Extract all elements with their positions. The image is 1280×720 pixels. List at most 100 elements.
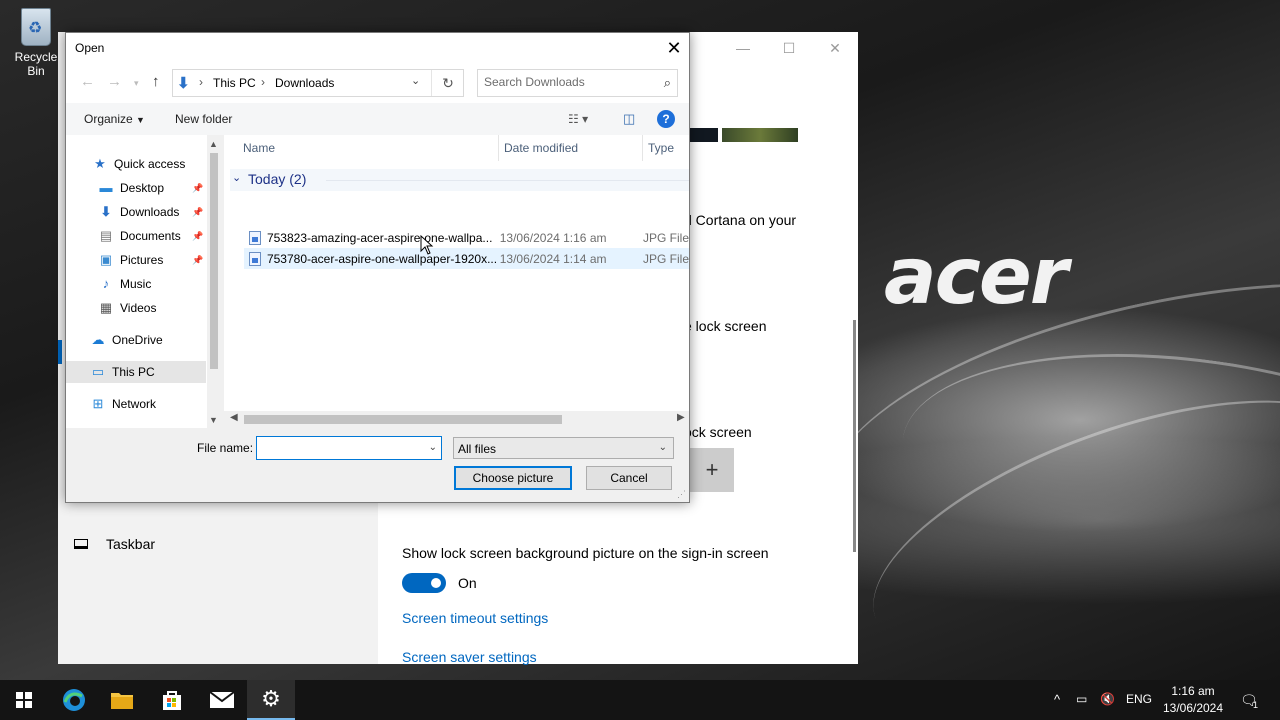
desktop-icon: ▬	[99, 180, 113, 195]
file-name-combobox[interactable]: ⌄	[256, 436, 442, 460]
show-background-toggle[interactable]	[402, 573, 446, 593]
settings-button[interactable]: ⚙	[247, 680, 295, 720]
file-date: 13/06/2024 1:16 am	[499, 230, 607, 245]
chevron-down-icon[interactable]: ⌄	[429, 442, 437, 453]
show-hidden-icons-icon[interactable]: ^	[1054, 692, 1060, 707]
close-icon[interactable]: ✕	[659, 33, 689, 63]
nav-pane-scrollbar[interactable]: ▲ ▼	[207, 135, 221, 428]
videos-icon: ▦	[99, 300, 113, 315]
file-name-input[interactable]	[261, 441, 421, 455]
nav-item-documents[interactable]: ▤ Documents 📌	[66, 225, 206, 247]
breadcrumb-this-pc[interactable]: This PC	[213, 76, 256, 90]
volume-muted-icon[interactable]: 🔇	[1100, 692, 1115, 706]
recent-locations-icon[interactable]: ▾	[134, 78, 139, 89]
pin-icon: 📌	[192, 182, 204, 193]
windows-icon	[16, 692, 32, 708]
forward-arrow-icon[interactable]: →	[107, 73, 122, 90]
file-name: 753823-amazing-acer-aspire-one-wallpa...	[266, 230, 493, 245]
breadcrumb-separator-icon[interactable]: ›	[199, 75, 203, 89]
nav-item-music[interactable]: ♪ Music	[66, 273, 206, 295]
nav-item-desktop[interactable]: ▬ Desktop 📌	[66, 177, 206, 199]
chevron-down-icon[interactable]: ⌄	[232, 171, 241, 184]
file-list-scrollbar[interactable]: ◀ ▶	[224, 411, 689, 428]
nav-item-pictures[interactable]: ▣ Pictures 📌	[66, 249, 206, 271]
column-header-date-modified[interactable]: Date modified	[504, 135, 578, 161]
scroll-down-icon[interactable]: ▼	[209, 415, 218, 425]
clock-time: 1:16 am	[1171, 684, 1215, 698]
nav-item-label: Music	[120, 277, 152, 291]
nav-item-label: This PC	[112, 365, 155, 379]
dialog-titlebar: Open ✕	[66, 33, 689, 63]
refresh-icon[interactable]: ↻	[431, 70, 464, 96]
nav-item-videos[interactable]: ▦ Videos	[66, 297, 206, 319]
file-type: JPG File	[642, 230, 689, 245]
file-name-label: File name:	[197, 441, 254, 455]
cancel-button[interactable]: Cancel	[586, 466, 672, 490]
image-file-icon	[249, 251, 261, 266]
screen-timeout-link[interactable]: Screen timeout settings	[402, 610, 548, 626]
nav-item-quick-access[interactable]: ★ Quick access	[66, 153, 206, 175]
file-group-today[interactable]: ⌄ Today (2)	[230, 169, 689, 191]
file-explorer-button[interactable]	[98, 680, 146, 720]
nav-item-this-pc[interactable]: ▭ This PC	[66, 361, 206, 383]
breadcrumb-separator-icon[interactable]: ›	[261, 75, 265, 89]
clock[interactable]: 1:16 am 13/06/2024	[1158, 683, 1228, 717]
command-bar: Organize ▼ New folder ☷ ▾ ◫	[66, 103, 689, 135]
nav-item-label: Documents	[120, 229, 181, 243]
nav-item-label: Network	[112, 397, 157, 411]
nav-item-onedrive[interactable]: ☁ OneDrive	[66, 329, 206, 351]
add-app-button[interactable]: +	[690, 448, 734, 492]
store-button[interactable]	[148, 680, 196, 720]
preview-pane-icon[interactable]: ◫	[623, 111, 635, 127]
new-folder-button[interactable]: New folder	[175, 112, 232, 126]
settings-scrollbar[interactable]	[853, 320, 856, 552]
settings-text: e lock screen	[684, 318, 767, 334]
close-icon[interactable]: ✕	[812, 32, 858, 64]
edge-button[interactable]	[50, 680, 98, 720]
search-box[interactable]: ⌕	[477, 69, 678, 97]
pictures-icon: ▣	[99, 252, 113, 267]
screen-saver-link[interactable]: Screen saver settings	[402, 649, 537, 665]
column-header-name[interactable]: Name	[243, 135, 275, 161]
back-arrow-icon[interactable]: ←	[80, 73, 95, 90]
mail-button[interactable]	[198, 680, 246, 720]
recent-image-thumb[interactable]	[690, 128, 718, 142]
scroll-left-icon[interactable]: ◀	[230, 412, 238, 423]
address-bar[interactable]: ⬇ › This PC › Downloads ⌄ ↻	[172, 69, 464, 97]
scrollbar-thumb[interactable]	[210, 153, 218, 369]
nav-item-downloads[interactable]: ⬇ Downloads 📌	[66, 201, 206, 223]
scrollbar-thumb[interactable]	[244, 415, 562, 424]
recent-image-thumb[interactable]	[722, 128, 798, 142]
notification-count: 1	[1253, 700, 1259, 710]
taskbar-icon	[74, 539, 88, 549]
resize-grip-icon[interactable]: ⋰	[677, 489, 686, 500]
minimize-icon[interactable]: —	[720, 32, 766, 64]
column-header-type[interactable]: Type	[648, 135, 674, 161]
column-separator[interactable]	[642, 135, 643, 161]
organize-button[interactable]: Organize ▼	[84, 112, 145, 126]
scroll-up-icon[interactable]: ▲	[209, 139, 218, 149]
nav-item-network[interactable]: ⊞ Network	[66, 393, 206, 415]
help-icon[interactable]: ?	[657, 110, 675, 128]
sidebar-item-taskbar[interactable]: Taskbar	[74, 536, 155, 552]
search-input[interactable]	[484, 75, 648, 89]
recycle-bin[interactable]: Recycle Bin	[6, 8, 66, 78]
search-icon[interactable]: ⌕	[664, 75, 671, 91]
column-separator[interactable]	[498, 135, 499, 161]
maximize-icon[interactable]: ☐	[766, 32, 812, 64]
pin-icon: 📌	[192, 206, 204, 217]
file-type-filter[interactable]: All files ⌄	[453, 437, 674, 459]
chevron-down-icon[interactable]: ⌄	[411, 74, 420, 87]
star-icon: ★	[94, 156, 106, 171]
file-row[interactable]: 753823-amazing-acer-aspire-one-wallpa...…	[244, 227, 689, 248]
up-arrow-icon[interactable]: ↑	[152, 73, 160, 90]
scroll-right-icon[interactable]: ▶	[677, 412, 685, 423]
choose-picture-button[interactable]: Choose picture	[454, 466, 572, 490]
start-button[interactable]	[0, 680, 48, 720]
breadcrumb-downloads[interactable]: Downloads	[275, 76, 334, 90]
network-icon[interactable]: ▭	[1076, 692, 1087, 706]
file-row[interactable]: 753780-acer-aspire-one-wallpaper-1920x..…	[244, 248, 689, 269]
language-indicator[interactable]: ENG	[1126, 692, 1152, 706]
view-options-icon[interactable]: ☷ ▾	[568, 112, 588, 126]
windows-taskbar: ⚙ ^ ▭ 🔇 ENG 1:16 am 13/06/2024 🗨 1	[0, 680, 1280, 720]
